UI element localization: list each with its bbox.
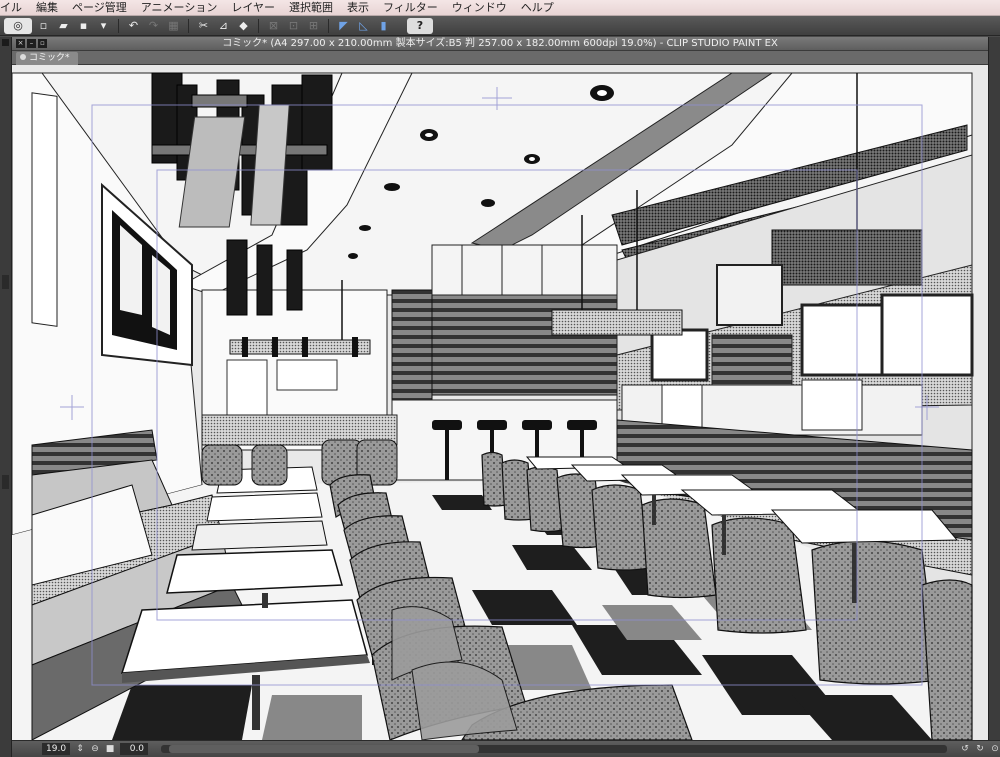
snap-special-ruler-icon[interactable]: ◺: [355, 18, 372, 34]
toolbar-divider: [188, 18, 189, 33]
document-tab-bar: コミック*: [12, 51, 988, 65]
toolbar-divider: [328, 18, 329, 33]
grid-icon[interactable]: ⊞: [305, 18, 322, 34]
new-file-icon[interactable]: ▫: [35, 18, 52, 34]
menu-edit[interactable]: 編集: [29, 0, 65, 16]
help-button[interactable]: ?: [407, 17, 433, 34]
command-bar: ◎ ▫ ▰ ▪ ▾ ↶ ↷ ▦ ✂ ⊿ ◆ ⊠ ⊡ ⊞ ◤ ◺ ▮ ?: [0, 16, 1000, 36]
drawing-canvas[interactable]: [12, 65, 988, 740]
dock-handle-icon[interactable]: [2, 475, 9, 489]
toolbar-divider: [258, 18, 259, 33]
vertical-scrollbar[interactable]: [988, 37, 1000, 740]
snap-grid-icon[interactable]: ▮: [375, 18, 392, 34]
clear-icon[interactable]: ▦: [165, 18, 182, 34]
menu-filter[interactable]: フィルター: [376, 0, 445, 16]
undo-icon[interactable]: ↶: [125, 18, 142, 34]
open-folder-icon[interactable]: ▰: [55, 18, 72, 34]
cut-icon[interactable]: ✂: [195, 18, 212, 34]
horizontal-scrollbar[interactable]: [161, 745, 947, 753]
close-window-icon[interactable]: ×: [16, 39, 25, 48]
redo-icon[interactable]: ↷: [145, 18, 162, 34]
menu-window[interactable]: ウィンドウ: [445, 0, 514, 16]
canvas-window-title: コミック* (A4 297.00 x 210.00mm 製本サイズ:B5 判 2…: [12, 37, 988, 51]
tab-comic[interactable]: コミック*: [16, 52, 78, 65]
bucket-icon[interactable]: ◆: [235, 18, 252, 34]
menu-page-management[interactable]: ページ管理: [65, 0, 134, 16]
maximize-window-icon[interactable]: ▫: [38, 39, 47, 48]
dock-handle-icon[interactable]: [2, 39, 9, 46]
minimize-window-icon[interactable]: –: [27, 39, 36, 48]
status-bar: 19.0 ⇕ ⊖ ■ 0.0 ↺ ↻ ⊙: [12, 740, 1000, 757]
zoom-field[interactable]: 19.0: [42, 743, 71, 755]
tab-label: コミック*: [29, 53, 70, 63]
zoom-stepper-icon[interactable]: ⇕: [75, 744, 85, 754]
rotation-field[interactable]: 0.0: [120, 743, 149, 755]
save-icon[interactable]: ▪: [75, 18, 92, 34]
save-dropdown-icon[interactable]: ▾: [95, 18, 112, 34]
snap-ruler-icon[interactable]: ◤: [335, 18, 352, 34]
reset-rotation-icon[interactable]: ⊙: [990, 744, 1000, 754]
tab-close-icon[interactable]: [20, 54, 26, 60]
menu-view[interactable]: 表示: [340, 0, 376, 16]
dock-handle-icon[interactable]: [2, 275, 9, 289]
manga-cafe-illustration[interactable]: [12, 65, 988, 740]
fit-icon[interactable]: ■: [105, 744, 115, 754]
menu-selection[interactable]: 選択範囲: [282, 0, 340, 16]
fill-icon[interactable]: ⊿: [215, 18, 232, 34]
clip-studio-logo-icon[interactable]: ◎: [4, 17, 32, 34]
window-controls: × – ▫: [16, 39, 47, 48]
toolbar-divider: [118, 18, 119, 33]
left-dock-edge[interactable]: [0, 37, 12, 757]
zoom-out-icon[interactable]: ⊖: [90, 744, 100, 754]
crop-icon[interactable]: ⊡: [285, 18, 302, 34]
transform-icon[interactable]: ⊠: [265, 18, 282, 34]
menu-file[interactable]: イル: [0, 0, 29, 16]
menu-layer[interactable]: レイヤー: [224, 0, 282, 16]
rotate-left-icon[interactable]: ↺: [960, 744, 970, 754]
rotate-right-icon[interactable]: ↻: [975, 744, 985, 754]
menu-help[interactable]: ヘルプ: [514, 0, 561, 16]
menubar: イル 編集 ページ管理 アニメーション レイヤー 選択範囲 表示 フィルター ウ…: [0, 0, 1000, 16]
menu-animation[interactable]: アニメーション: [134, 0, 225, 16]
